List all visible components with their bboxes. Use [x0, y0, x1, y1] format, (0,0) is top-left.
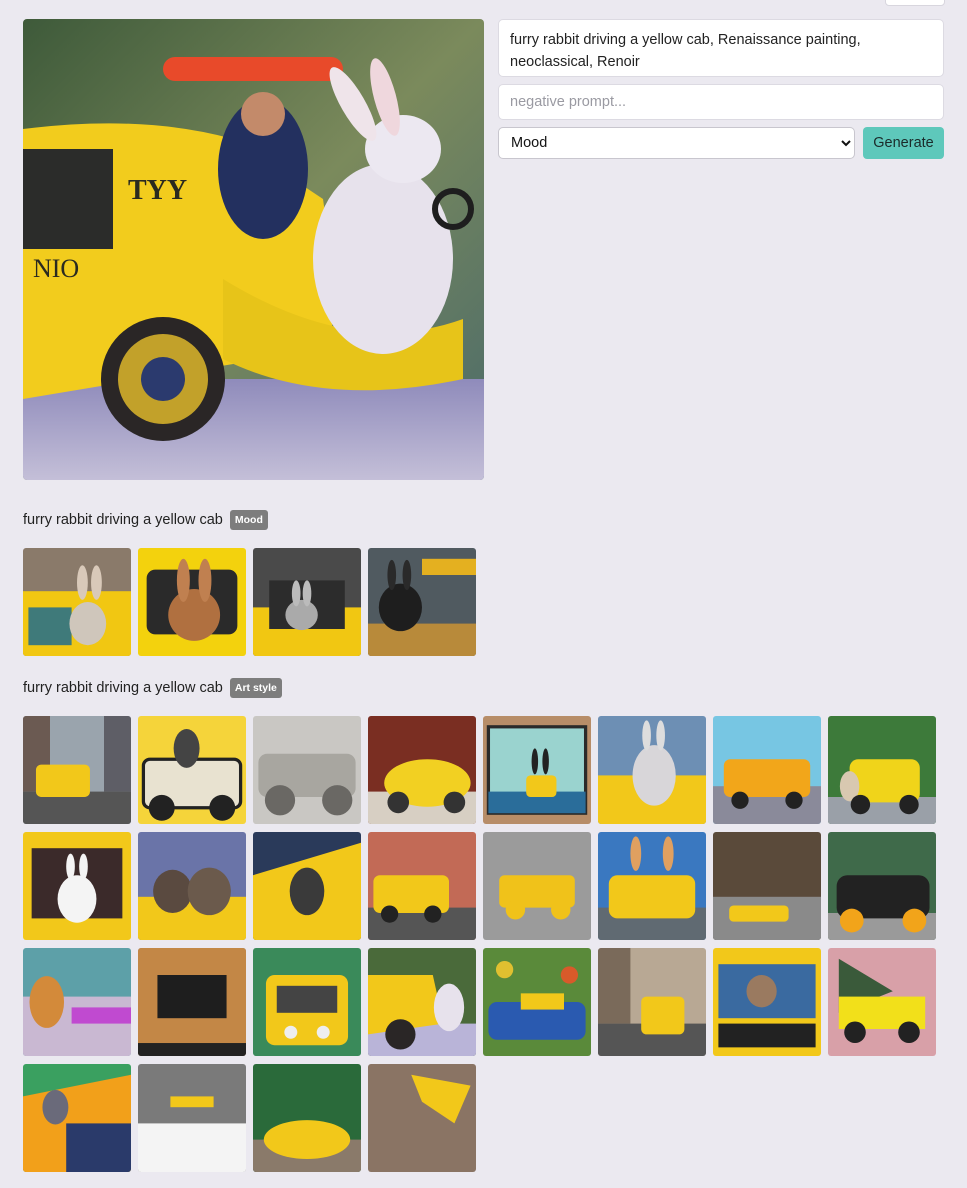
result-thumbnail[interactable]: [253, 716, 361, 824]
result-thumbnail[interactable]: [713, 832, 821, 940]
result-thumbnail[interactable]: [253, 832, 361, 940]
result-thumbnail[interactable]: [23, 948, 131, 1056]
section-title: furry rabbit driving a yellow cab: [23, 512, 223, 528]
result-thumbnail[interactable]: [713, 716, 821, 824]
top-button-edge[interactable]: [885, 0, 945, 6]
result-thumbnail[interactable]: [368, 1064, 476, 1172]
mood-results-grid: [23, 548, 936, 656]
result-thumbnail[interactable]: [253, 948, 361, 1056]
result-thumbnail[interactable]: [138, 948, 246, 1056]
category-select[interactable]: Mood: [498, 127, 855, 159]
result-thumbnail[interactable]: [23, 548, 131, 656]
result-thumbnail[interactable]: [483, 832, 591, 940]
result-thumbnail[interactable]: [138, 1064, 246, 1172]
result-thumbnail[interactable]: [368, 716, 476, 824]
section-title: furry rabbit driving a yellow cab: [23, 680, 223, 696]
result-thumbnail[interactable]: [368, 548, 476, 656]
result-thumbnail[interactable]: [138, 548, 246, 656]
result-thumbnail[interactable]: [368, 948, 476, 1056]
result-thumbnail[interactable]: [138, 716, 246, 824]
result-thumbnail[interactable]: [483, 716, 591, 824]
result-thumbnail[interactable]: [598, 832, 706, 940]
result-thumbnail[interactable]: [253, 1064, 361, 1172]
result-thumbnail[interactable]: [828, 948, 936, 1056]
generate-button[interactable]: Generate: [863, 127, 944, 159]
result-thumbnail[interactable]: [368, 832, 476, 940]
section-badge: Mood: [229, 510, 268, 530]
result-thumbnail[interactable]: [253, 548, 361, 656]
art-style-results-grid: [23, 716, 936, 1172]
result-thumbnail[interactable]: [598, 948, 706, 1056]
section-header-mood: furry rabbit driving a yellow cab Mood: [23, 510, 268, 530]
result-thumbnail[interactable]: [828, 832, 936, 940]
result-thumbnail[interactable]: [483, 948, 591, 1056]
result-thumbnail[interactable]: [713, 948, 821, 1056]
result-thumbnail[interactable]: [138, 832, 246, 940]
result-thumbnail[interactable]: [598, 716, 706, 824]
svg-text:TYY: TYY: [128, 175, 187, 206]
svg-text:NIO: NIO: [33, 254, 79, 283]
prompt-textarea[interactable]: furry rabbit driving a yellow cab, Renai…: [498, 19, 944, 77]
section-header-art-style: furry rabbit driving a yellow cab Art st…: [23, 678, 282, 698]
result-thumbnail[interactable]: [23, 716, 131, 824]
negative-prompt-input[interactable]: [498, 84, 944, 120]
result-thumbnail[interactable]: [23, 832, 131, 940]
main-generated-image: TYY NIO: [23, 19, 484, 480]
result-thumbnail[interactable]: [23, 1064, 131, 1172]
section-badge: Art style: [229, 678, 282, 698]
result-thumbnail[interactable]: [828, 716, 936, 824]
